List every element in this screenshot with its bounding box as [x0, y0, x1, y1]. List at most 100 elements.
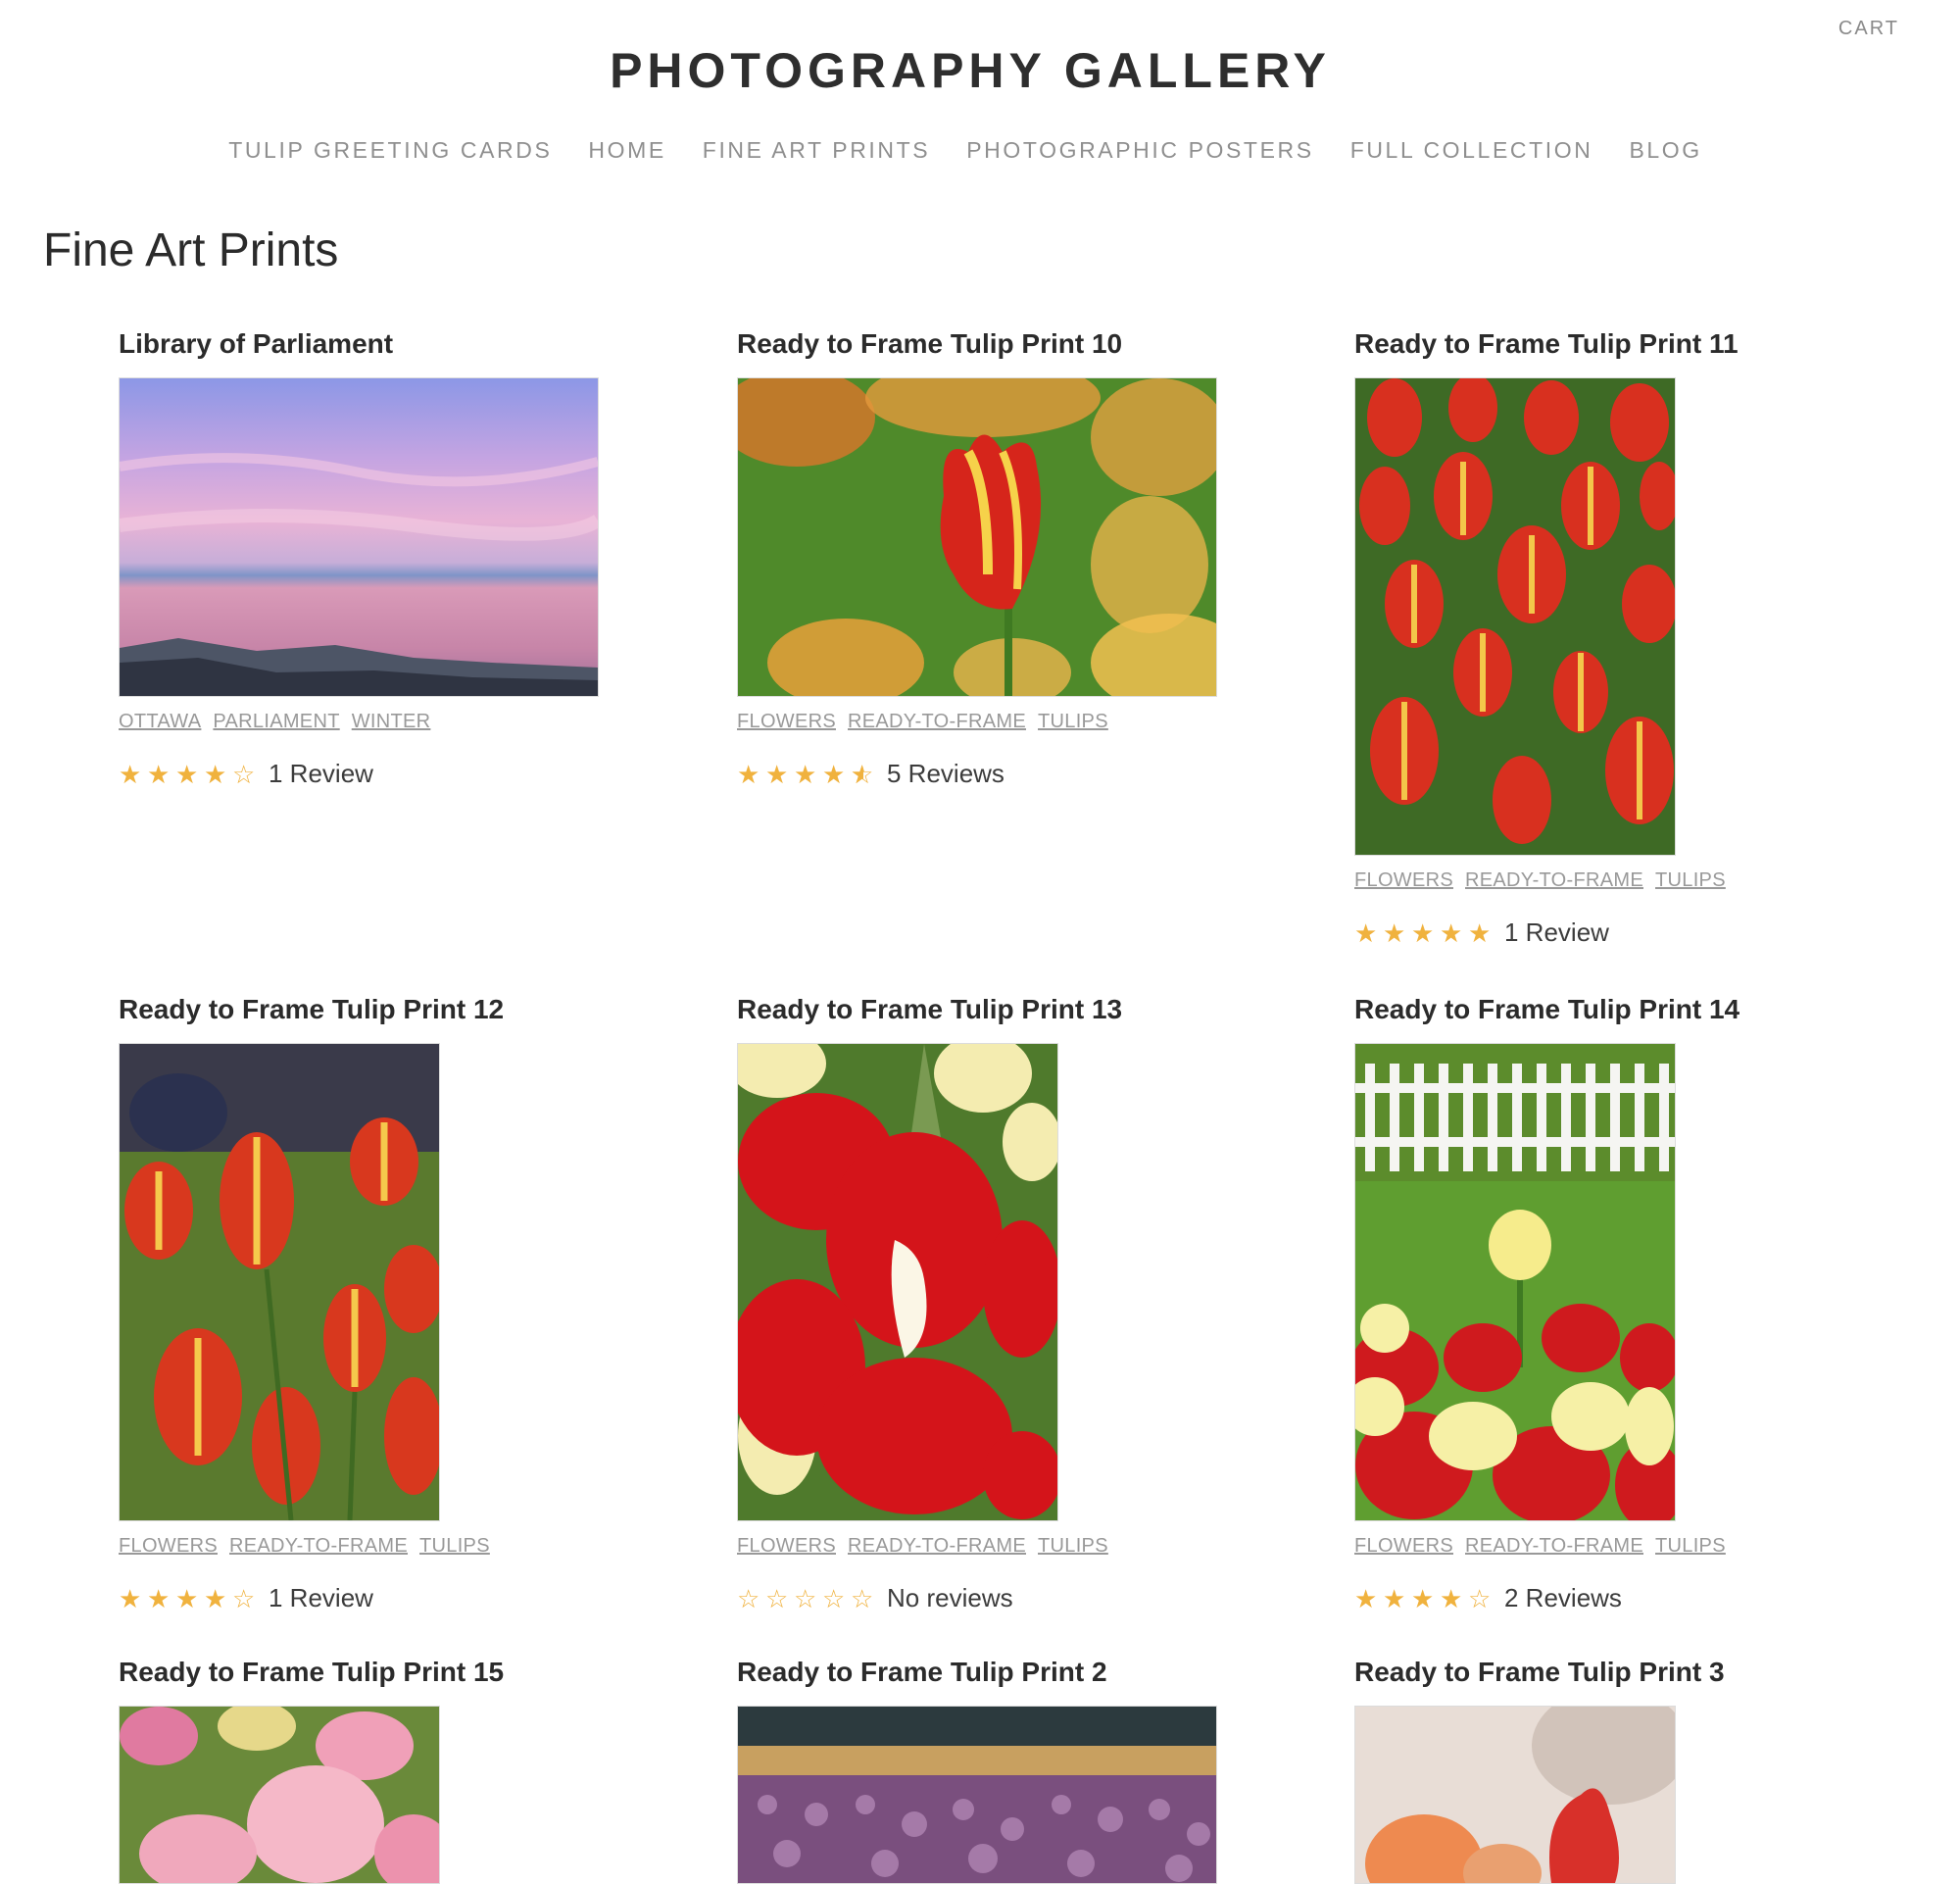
tag-link[interactable]: TULIPS [419, 1535, 490, 1558]
review-count[interactable]: 5 Reviews [887, 759, 1004, 789]
star-filled-icon: ★ [175, 759, 199, 789]
star-filled-icon: ★ [175, 1583, 199, 1613]
product-photo-pink-sky-lake[interactable] [119, 377, 599, 697]
product-card: Ready to Frame Tulip Print 14 FLOWERS RE… [1354, 996, 1903, 1613]
star-empty-icon: ☆ [794, 1583, 817, 1613]
tag-link[interactable]: TULIPS [1038, 711, 1108, 733]
star-filled-icon: ★ [147, 759, 171, 789]
star-empty-icon: ☆ [1468, 1583, 1492, 1613]
star-filled-icon: ★ [737, 759, 760, 789]
product-rating[interactable]: ★ ★ ★ ★ ☆ 1 Review [119, 759, 667, 789]
tag-link[interactable]: FLOWERS [119, 1535, 218, 1558]
product-title[interactable]: Ready to Frame Tulip Print 10 [737, 330, 1286, 358]
product-photo-pink-tulips[interactable] [119, 1706, 440, 1884]
cart-link[interactable]: CART [1838, 18, 1899, 40]
star-filled-icon: ★ [822, 759, 846, 789]
tag-link[interactable]: FLOWERS [1354, 869, 1453, 892]
product-tags: FLOWERS READY-TO-FRAME TULIPS [1354, 869, 1903, 892]
product-card: Ready to Frame Tulip Print 15 [119, 1659, 667, 1884]
product-tags: FLOWERS READY-TO-FRAME TULIPS [1354, 1535, 1903, 1558]
review-count[interactable]: 1 Review [269, 1583, 373, 1613]
star-filled-icon: ★ [1411, 917, 1435, 948]
tag-link[interactable]: READY-TO-FRAME [1465, 1535, 1643, 1558]
star-empty-icon: ☆ [232, 759, 256, 789]
nav-tulip-greeting-cards[interactable]: TULIP GREETING CARDS [228, 137, 552, 164]
main-nav: TULIP GREETING CARDS HOME FINE ART PRINT… [0, 137, 1931, 164]
tag-link[interactable]: TULIPS [1038, 1535, 1108, 1558]
nav-photographic-posters[interactable]: PHOTOGRAPHIC POSTERS [966, 137, 1313, 164]
tag-link[interactable]: TULIPS [1655, 869, 1726, 892]
tag-link[interactable]: READY-TO-FRAME [848, 1535, 1026, 1558]
product-rating[interactable]: ☆ ☆ ☆ ☆ ☆ No reviews [737, 1583, 1286, 1613]
site-title[interactable]: PHOTOGRAPHY GALLERY [0, 42, 1940, 99]
star-empty-icon: ☆ [765, 1583, 789, 1613]
tag-link[interactable]: READY-TO-FRAME [1465, 869, 1643, 892]
product-card: Ready to Frame Tulip Print 11 FLOWERS RE… [1354, 330, 1903, 948]
product-rating[interactable]: ★ ★ ★ ★ ★ 1 Review [1354, 917, 1903, 948]
tag-link[interactable]: OTTAWA [119, 711, 201, 733]
product-title[interactable]: Ready to Frame Tulip Print 13 [737, 996, 1286, 1023]
page-title: Fine Art Prints [43, 224, 339, 276]
tag-link[interactable]: FLOWERS [1354, 1535, 1453, 1558]
tag-link[interactable]: READY-TO-FRAME [848, 711, 1026, 733]
star-filled-icon: ★ [1354, 917, 1378, 948]
star-filled-icon: ★ [119, 759, 142, 789]
star-filled-icon: ★ [1383, 917, 1406, 948]
product-title[interactable]: Ready to Frame Tulip Print 3 [1354, 1659, 1903, 1686]
review-count[interactable]: 1 Review [269, 759, 373, 789]
star-filled-icon: ★ [1468, 917, 1492, 948]
product-photo-tulip-field[interactable] [1354, 377, 1676, 856]
nav-full-collection[interactable]: FULL COLLECTION [1350, 137, 1593, 164]
tag-link[interactable]: READY-TO-FRAME [229, 1535, 408, 1558]
product-rating[interactable]: ★ ★ ★ ★ ☆ ★ 5 Reviews [737, 759, 1286, 789]
star-filled-icon: ★ [204, 759, 227, 789]
product-title[interactable]: Ready to Frame Tulip Print 11 [1354, 330, 1903, 358]
review-count[interactable]: 1 Review [1504, 917, 1609, 948]
product-card: Ready to Frame Tulip Print 2 [737, 1659, 1286, 1884]
product-photo-orange-red-tulips[interactable] [1354, 1706, 1676, 1884]
product-tags: FLOWERS READY-TO-FRAME TULIPS [119, 1535, 667, 1558]
product-card: Ready to Frame Tulip Print 13 FLOWERS RE… [737, 996, 1286, 1613]
product-card: Ready to Frame Tulip Print 10 FLOWERS RE… [737, 330, 1286, 789]
star-empty-icon: ☆ [851, 1583, 874, 1613]
product-photo-fence-tulips[interactable] [1354, 1043, 1676, 1521]
product-rating[interactable]: ★ ★ ★ ★ ☆ 1 Review [119, 1583, 667, 1613]
tag-link[interactable]: FLOWERS [737, 1535, 836, 1558]
review-count[interactable]: 2 Reviews [1504, 1583, 1622, 1613]
product-title[interactable]: Ready to Frame Tulip Print 12 [119, 996, 667, 1023]
product-title[interactable]: Ready to Frame Tulip Print 2 [737, 1659, 1286, 1686]
tag-link[interactable]: WINTER [352, 711, 431, 733]
product-photo-tulip-cluster[interactable] [119, 1043, 440, 1521]
star-filled-icon: ★ [794, 759, 817, 789]
star-filled-icon: ★ [204, 1583, 227, 1613]
product-tags: FLOWERS READY-TO-FRAME TULIPS [737, 1535, 1286, 1558]
product-card: Library of Parliament OTTAWA PARLIAMENT … [119, 330, 667, 789]
product-title[interactable]: Library of Parliament [119, 330, 667, 358]
product-title[interactable]: Ready to Frame Tulip Print 14 [1354, 996, 1903, 1023]
star-filled-icon: ★ [147, 1583, 171, 1613]
review-count[interactable]: No reviews [887, 1583, 1013, 1613]
star-empty-icon: ☆ [822, 1583, 846, 1613]
star-empty-icon: ☆ [232, 1583, 256, 1613]
tag-link[interactable]: PARLIAMENT [213, 711, 339, 733]
star-empty-icon: ☆ [737, 1583, 760, 1613]
product-card: Ready to Frame Tulip Print 3 [1354, 1659, 1903, 1884]
product-title[interactable]: Ready to Frame Tulip Print 15 [119, 1659, 667, 1686]
product-photo-purple-field[interactable] [737, 1706, 1217, 1884]
star-filled-icon: ★ [1440, 1583, 1463, 1613]
tag-link[interactable]: FLOWERS [737, 711, 836, 733]
star-filled-icon: ★ [119, 1583, 142, 1613]
product-rating[interactable]: ★ ★ ★ ★ ☆ 2 Reviews [1354, 1583, 1903, 1613]
star-filled-icon: ★ [1440, 917, 1463, 948]
product-tags: FLOWERS READY-TO-FRAME TULIPS [737, 711, 1286, 733]
nav-fine-art-prints[interactable]: FINE ART PRINTS [703, 137, 930, 164]
product-photo-red-yellow-tulip[interactable] [737, 377, 1217, 697]
nav-home[interactable]: HOME [588, 137, 665, 164]
nav-blog[interactable]: BLOG [1629, 137, 1701, 164]
tag-link[interactable]: TULIPS [1655, 1535, 1726, 1558]
product-tags: OTTAWA PARLIAMENT WINTER [119, 711, 667, 733]
star-filled-icon: ★ [1354, 1583, 1378, 1613]
star-filled-icon: ★ [1383, 1583, 1406, 1613]
star-filled-icon: ★ [765, 759, 789, 789]
product-photo-red-white-tulip[interactable] [737, 1043, 1058, 1521]
